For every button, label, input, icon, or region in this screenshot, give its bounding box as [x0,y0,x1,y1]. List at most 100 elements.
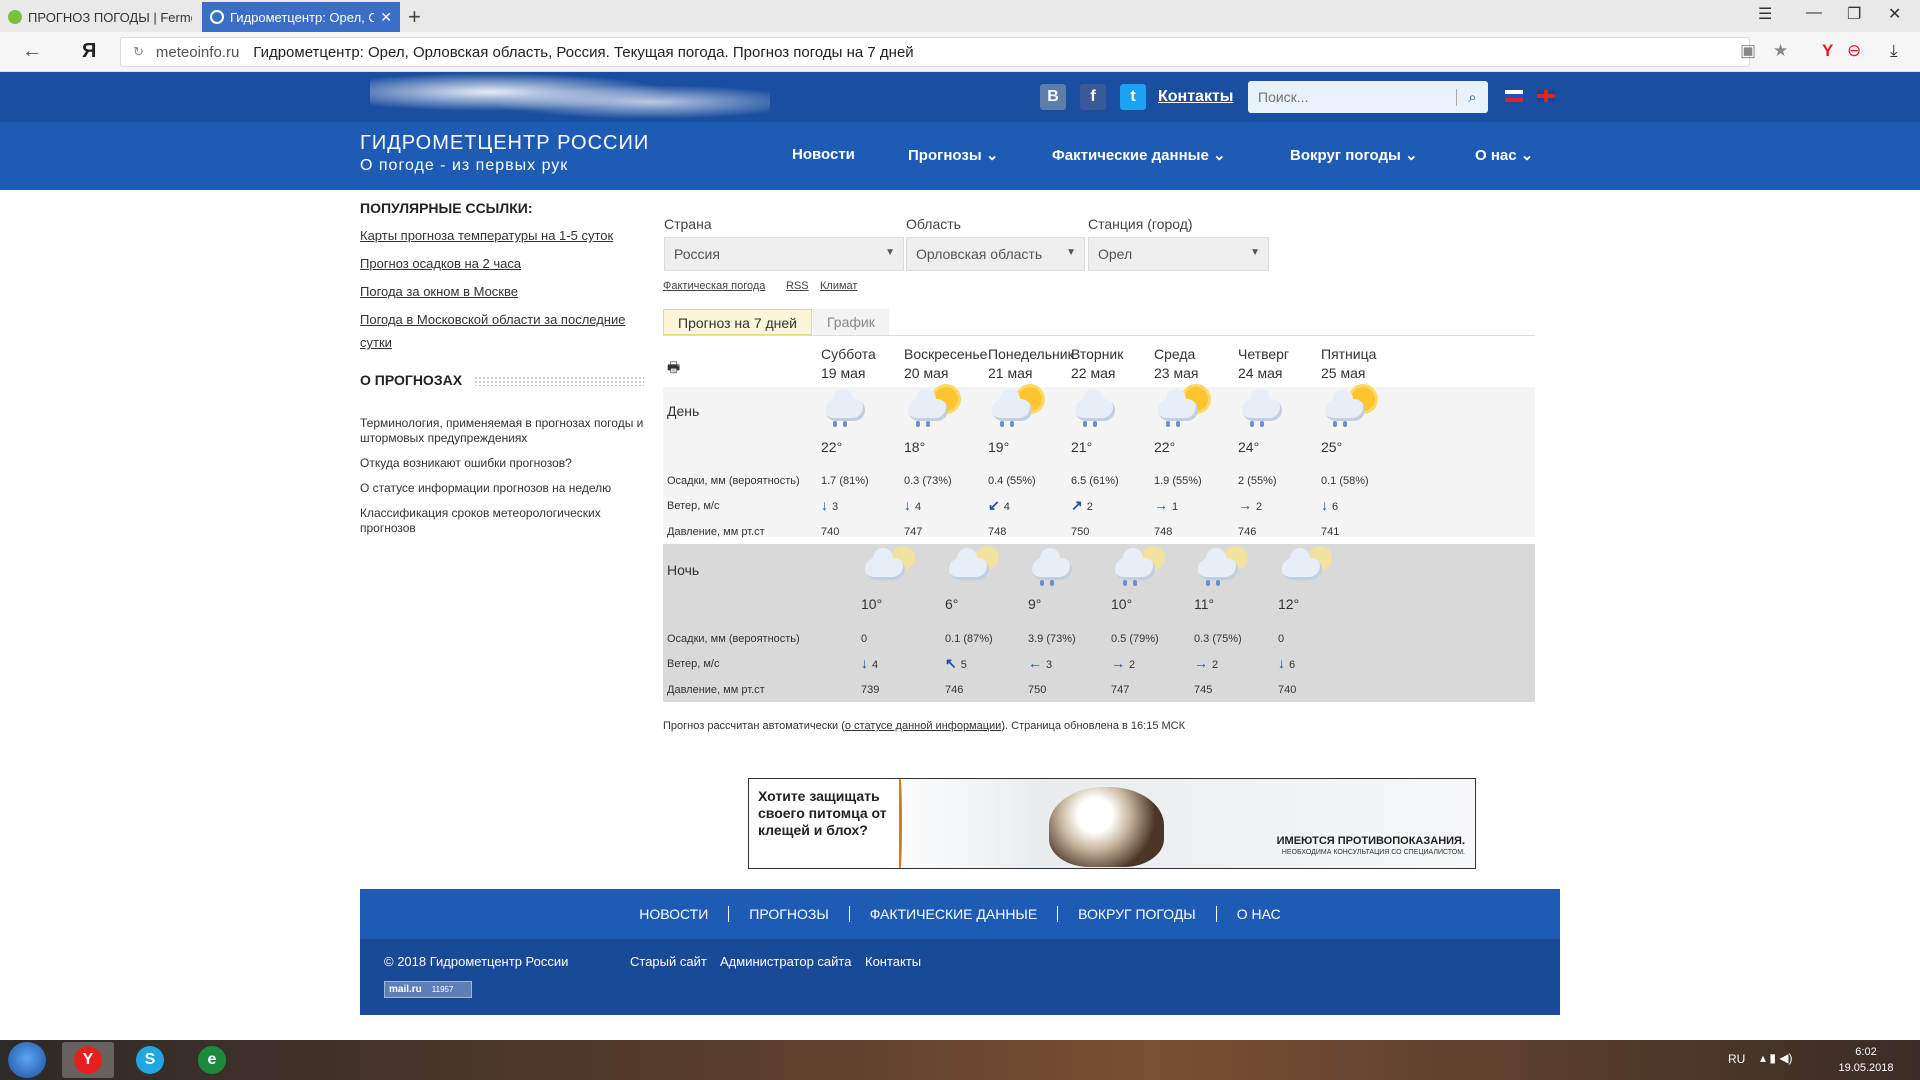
footer-nav-news[interactable]: НОВОСТИ [619,906,730,922]
day-header: Понедельник 21 мая [988,345,1074,383]
link-rss[interactable]: RSS [786,280,809,292]
language-indicator[interactable]: RU [1728,1052,1745,1066]
url-field[interactable]: ↻ meteoinfo.ru Гидрометцентр: Орел, Орло… [120,37,1750,67]
day-temperature: 19° [988,439,1010,455]
facebook-icon[interactable]: f [1080,84,1106,110]
lock-icon[interactable]: ▣ [1740,41,1756,61]
clock[interactable]: 6:02 19.05.2018 [1838,1044,1894,1076]
sidebar-link-temp-maps[interactable]: Карты прогноза температуры на 1-5 суток [360,224,650,247]
minimize-icon[interactable]: — [1806,4,1822,22]
sidebar-link-status[interactable]: О статусе информации прогнозов на неделю [360,481,650,496]
pressure-row-label: Давление, мм рт.ст [667,526,765,538]
wind-arrow-icon: ↗ [1071,497,1083,513]
sidebar-link-classification[interactable]: Классификация сроков метеорологических п… [360,506,650,536]
sidebar-link-precip[interactable]: Прогноз осадков на 2 часа [360,252,650,275]
site-logo-title[interactable]: ГИДРОМЕТЦЕНТР РОССИИ [360,132,649,155]
sidebar-link-errors[interactable]: Откуда возникают ошибки прогнозов? [360,456,650,471]
footer-link-admin[interactable]: Администратор сайта [720,954,851,969]
bookmark-star-icon[interactable]: ★ [1773,41,1788,61]
nav-about[interactable]: О нас ⌄ [1475,146,1533,164]
day-precip: 0.1 (58%) [1321,475,1369,487]
day-temperature: 22° [1154,439,1176,455]
sidebar-link-moscow[interactable]: Погода за окном в Москве [360,280,650,303]
link-climate[interactable]: Климат [820,280,857,292]
day-name: Четверг [1238,346,1290,362]
footer-nav-about[interactable]: О НАС [1217,906,1301,922]
new-tab-icon[interactable]: + [408,4,421,30]
print-icon[interactable]: 🖶 [667,357,680,381]
nav-around-weather[interactable]: Вокруг погоды ⌄ [1290,146,1418,164]
day-wind: → 2 [1238,497,1262,513]
yandex-icon[interactable]: Y [1822,41,1833,61]
mailru-counter[interactable]: mail.ru 11957 [384,981,472,998]
contacts-link[interactable]: Контакты [1158,88,1233,106]
footer-link-old-site[interactable]: Старый сайт [630,954,707,969]
footer-nav-around-weather[interactable]: ВОКРУГ ПОГОДЫ [1058,906,1217,922]
yandex-home-icon[interactable]: Я [82,40,96,63]
wind-arrow-icon: ↓ [1321,497,1328,513]
raindrop-shape [1250,421,1254,427]
tray-icons[interactable]: ▴ ▮ ◀) [1760,1051,1793,1065]
night-pressure: 745 [1194,684,1213,696]
twitter-icon[interactable]: t [1120,84,1146,110]
close-window-icon[interactable]: ✕ [1888,4,1901,24]
download-icon[interactable]: ⤓ [1890,41,1898,61]
day-pressure: 740 [821,526,840,538]
raindrop-shape [1206,580,1210,586]
search-input[interactable] [1248,82,1456,112]
taskbar-yandex-browser[interactable]: Y [62,1042,114,1078]
status-info-link[interactable]: о статусе данной информации [845,720,1001,732]
nav-actual-data[interactable]: Фактические данные ⌄ [1052,146,1226,164]
taskbar-app[interactable]: e [186,1042,238,1078]
cloud-shape [992,389,1032,421]
country-select[interactable]: Россия ▼ [664,237,904,271]
region-select[interactable]: Орловская область ▼ [906,237,1085,271]
search-icon[interactable]: ⌕ [1456,88,1488,106]
station-select[interactable]: Орел ▼ [1088,237,1269,271]
night-temperature: 10° [1111,596,1133,612]
night-block: Ночь Осадки, мм (вероятность) Ветер, м/с… [663,544,1535,702]
skype-icon: S [136,1046,164,1074]
reload-icon[interactable]: ↻ [133,44,144,60]
ad-banner[interactable]: Хотите защищать своего питомца от клещей… [748,778,1476,869]
about-heading-label: О ПРОГНОЗАХ [360,372,463,388]
tab-graph[interactable]: График [813,309,889,335]
sun-cloud-rain-icon [1321,387,1381,427]
close-tab-icon[interactable]: ✕ [380,9,392,26]
adblock-icon[interactable]: ⊖ [1847,41,1861,61]
taskbar-skype[interactable]: S [124,1042,176,1078]
cloud-rain-icon [1238,387,1298,427]
tab-meteoinfo[interactable]: Гидрометцентр: Орел, О ✕ [202,2,400,32]
menu-icon[interactable]: ☰ [1758,4,1772,24]
raindrop-shape [1083,421,1087,427]
tab-7-day-forecast[interactable]: Прогноз на 7 дней [663,309,812,335]
raindrop-shape [833,421,837,427]
nav-news[interactable]: Новости [792,146,855,163]
link-actual-weather[interactable]: Фактическая погода [663,280,765,292]
footer-link-contacts[interactable]: Контакты [865,954,921,969]
english-flag-icon[interactable] [1537,90,1555,102]
site-logo-subtitle: О погоде - из первых рук [360,157,569,174]
back-icon[interactable]: ← [22,40,42,63]
wind-arrow-icon: → [1154,497,1168,513]
cloud-shape [865,548,905,580]
wind-speed: 2 [1212,659,1219,671]
tab-forecast-ferme[interactable]: ПРОГНОЗ ПОГОДЫ | Ferme [0,2,200,32]
wind-speed: 6 [1289,659,1296,671]
about-forecasts-heading: О ПРОГНОЗАХ [360,372,650,388]
footer-nav-forecasts[interactable]: ПРОГНОЗЫ [729,906,850,922]
country-value: Россия [674,246,720,262]
day-wind: ↓ 6 [1321,497,1338,513]
sidebar-link-terminology[interactable]: Терминология, применяемая в прогнозах по… [360,416,650,446]
sidebar-link-moscow-region[interactable]: Погода в Московской области за последние… [360,308,650,354]
nav-forecasts[interactable]: Прогнозы ⌄ [908,146,998,164]
restore-icon[interactable]: ❐ [1847,4,1861,24]
raindrop-shape [1176,421,1180,427]
moon-cloud-icon [861,546,921,584]
country-label: Страна [664,216,712,232]
start-button-icon[interactable] [8,1042,46,1078]
nav-label: Фактические данные [1052,147,1209,164]
vk-icon[interactable]: В [1040,84,1066,110]
russian-flag-icon[interactable] [1505,90,1523,102]
footer-nav-actual-data[interactable]: ФАКТИЧЕСКИЕ ДАННЫЕ [850,906,1059,922]
